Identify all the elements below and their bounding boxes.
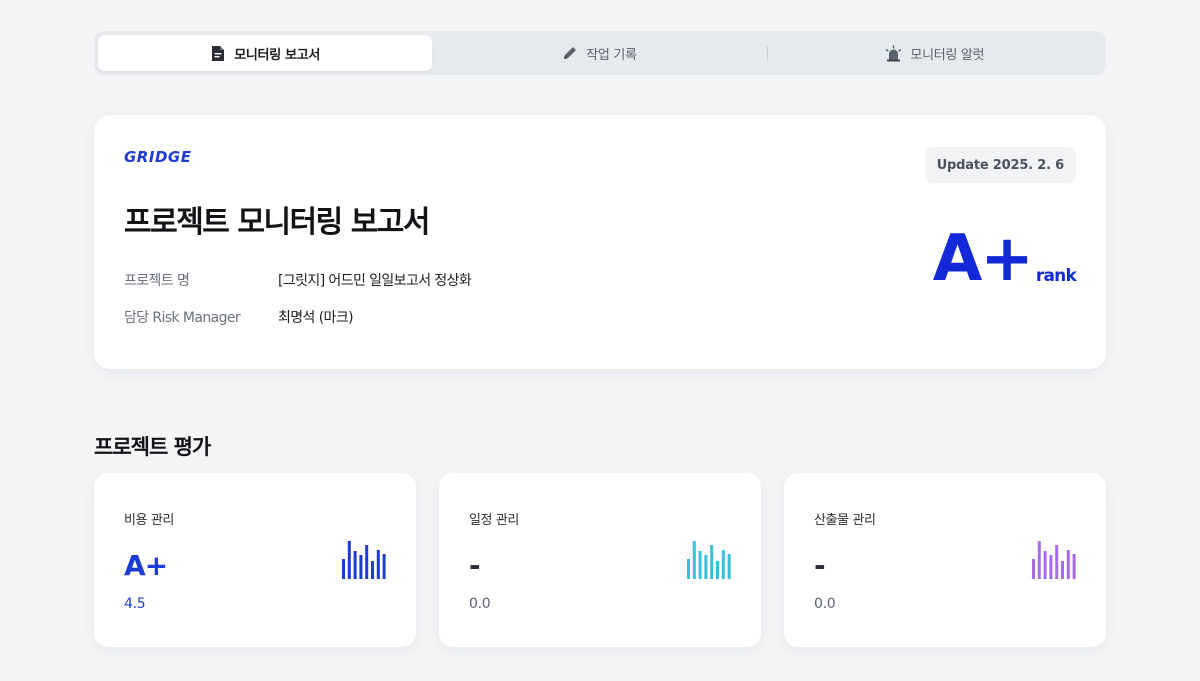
rank-label: rank	[1035, 266, 1077, 286]
card-label: 일정 관리	[469, 513, 519, 528]
project-name-label: 프로젝트 명	[124, 273, 190, 289]
tab-label: 모니터링 보고서	[234, 47, 321, 63]
card-label: 산출물 관리	[814, 513, 876, 528]
evaluation-section-title: 프로젝트 평가	[94, 435, 211, 459]
rank-grade: A+	[932, 222, 1034, 296]
report-summary-card: GRIDGE Update 2025. 2. 6 프로젝트 모니터링 보고서 프…	[94, 115, 1106, 369]
tab-label: 모니터링 알럿	[910, 47, 985, 63]
risk-manager-row: 담당 Risk Manager 최명석 (마크)	[124, 307, 354, 327]
card-label: 비용 관리	[124, 513, 174, 528]
deliverables-management-card: 산출물 관리 - 0.0	[784, 473, 1106, 647]
project-name-value: [그릿지] 어드민 일일보고서 정상화	[278, 273, 472, 289]
cost-management-card: 비용 관리 A+ 4.5	[94, 473, 416, 647]
card-score: 4.5	[124, 596, 146, 612]
tab-monitoring-report[interactable]: 모니터링 보고서	[98, 35, 433, 71]
bar-chart-icon	[1032, 541, 1076, 579]
tab-monitoring-alert[interactable]: 모니터링 알럿	[768, 35, 1102, 71]
siren-icon	[885, 45, 902, 62]
document-icon	[210, 45, 226, 62]
schedule-management-card: 일정 관리 - 0.0	[439, 473, 761, 647]
tab-bar: 모니터링 보고서 작업 기록 모니터링 알럿	[94, 31, 1106, 75]
card-grade: -	[814, 549, 826, 582]
update-badge: Update 2025. 2. 6	[924, 147, 1076, 183]
card-score: 0.0	[469, 596, 491, 612]
card-grade: -	[469, 549, 481, 582]
bar-chart-icon	[687, 541, 731, 579]
tab-work-log[interactable]: 작업 기록	[432, 35, 766, 71]
tab-label: 작업 기록	[586, 47, 637, 63]
gridge-logo: GRIDGE	[124, 148, 192, 166]
bar-chart-icon	[342, 541, 386, 579]
risk-manager-value: 최명석 (마크)	[278, 310, 354, 326]
card-grade: A+	[124, 549, 168, 582]
project-name-row: 프로젝트 명 [그릿지] 어드민 일일보고서 정상화	[124, 270, 472, 290]
card-score: 0.0	[814, 596, 836, 612]
pencil-icon	[562, 45, 578, 61]
page-title: 프로젝트 모니터링 보고서	[124, 205, 431, 240]
overall-rank: A+ rank	[932, 222, 1077, 296]
risk-manager-label: 담당 Risk Manager	[124, 310, 241, 326]
